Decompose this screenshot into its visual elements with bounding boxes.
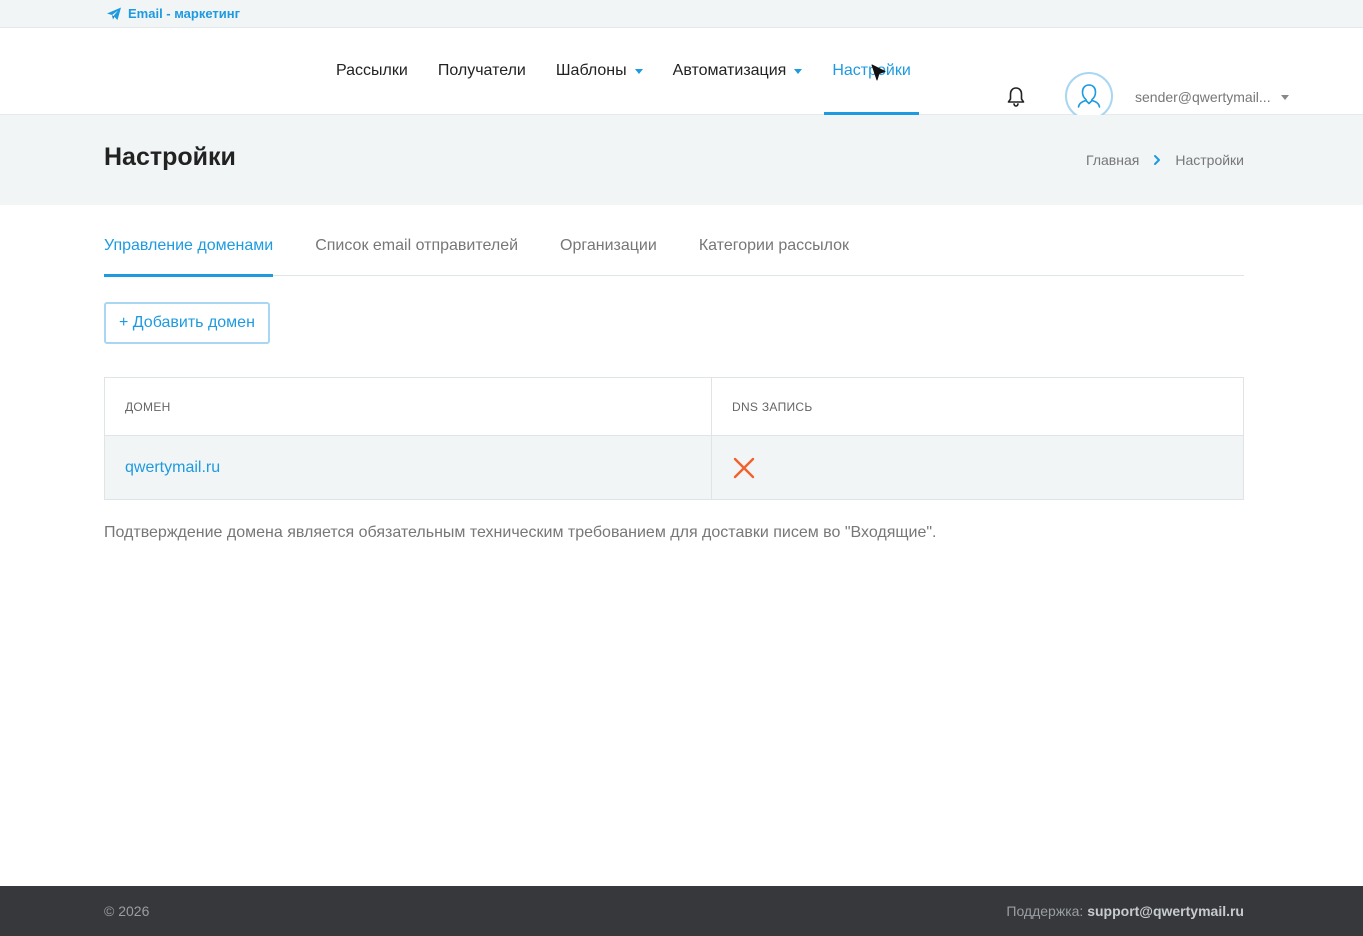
- brand-label: Email - маркетинг: [128, 6, 241, 21]
- breadcrumb-current: Настройки: [1175, 152, 1244, 168]
- main-nav: Рассылки Получатели Шаблоны Автоматизаци…: [328, 28, 933, 115]
- nav-item-label: Настройки: [832, 62, 911, 79]
- table-row: qwertymail.ru: [104, 435, 1244, 500]
- tab-organizations[interactable]: Организации: [560, 237, 657, 276]
- dns-status-cell: [711, 435, 1244, 500]
- domain-link[interactable]: qwertymail.ru: [125, 459, 220, 476]
- nav-item-templates[interactable]: Шаблоны: [548, 28, 651, 114]
- bell-icon[interactable]: [1004, 85, 1028, 109]
- breadcrumb-home-link[interactable]: Главная: [1086, 152, 1139, 168]
- support-email-link[interactable]: support@qwertymail.ru: [1087, 903, 1244, 919]
- avatar[interactable]: [1065, 72, 1113, 120]
- copyright: © 2026: [104, 903, 150, 919]
- nav-item-label: Получатели: [437, 62, 526, 79]
- main-content: Управление доменами Список email отправи…: [0, 237, 1363, 542]
- caret-down-icon: [1280, 94, 1289, 100]
- caret-down-icon: [634, 69, 643, 74]
- nav-item-automation[interactable]: Автоматизация: [665, 28, 811, 114]
- domain-cell: qwertymail.ru: [104, 435, 712, 500]
- tab-mailing-categories[interactable]: Категории рассылок: [699, 237, 849, 276]
- brand[interactable]: Email - маркетинг: [106, 6, 240, 22]
- footer: © 2026 Поддержка: support@qwertymail.ru: [0, 886, 1363, 936]
- support-info: Поддержка: support@qwertymail.ru: [1006, 903, 1244, 919]
- nav-item-label: Автоматизация: [672, 62, 787, 79]
- settings-tabs: Управление доменами Список email отправи…: [104, 237, 1244, 277]
- page-title: Настройки: [104, 143, 236, 171]
- user-avatar-icon: [1077, 84, 1101, 108]
- column-header-dns: DNS ЗАПИСЬ: [711, 377, 1244, 436]
- paper-plane-icon: [107, 7, 121, 20]
- top-strip: Email - маркетинг: [0, 0, 1363, 28]
- domain-verification-note: Подтверждение домена является обязательн…: [104, 524, 937, 541]
- column-header-domain: ДОМЕН: [104, 377, 712, 436]
- table-header-row: ДОМЕН DNS ЗАПИСЬ: [104, 377, 1244, 436]
- page: Email - маркетинг Рассылки Получатели Ша…: [0, 0, 1363, 936]
- add-domain-button[interactable]: + Добавить домен: [104, 302, 270, 344]
- tab-domains[interactable]: Управление доменами: [104, 237, 274, 277]
- tab-sender-emails[interactable]: Список email отправителей: [315, 237, 518, 276]
- chevron-right-icon: [1154, 155, 1161, 165]
- user-email: sender@qwertymail...: [1135, 89, 1271, 105]
- caret-down-icon: [794, 69, 803, 74]
- nav-item-label: Шаблоны: [555, 62, 627, 79]
- user-menu[interactable]: sender@qwertymail...: [1135, 89, 1289, 105]
- support-label: Поддержка:: [1006, 903, 1084, 919]
- nav-item-settings[interactable]: Настройки: [824, 28, 920, 115]
- breadcrumb: Главная Настройки: [1086, 152, 1244, 168]
- x-mark-icon: [733, 457, 755, 478]
- nav-item-mailings[interactable]: Рассылки: [328, 28, 416, 114]
- nav-item-recipients[interactable]: Получатели: [430, 28, 534, 114]
- header: Рассылки Получатели Шаблоны Автоматизаци…: [0, 28, 1363, 120]
- nav-item-label: Рассылки: [336, 62, 408, 79]
- domains-table: ДОМЕН DNS ЗАПИСЬ qwertymail.ru: [104, 377, 1244, 500]
- title-bar: Настройки Главная Настройки: [0, 115, 1363, 205]
